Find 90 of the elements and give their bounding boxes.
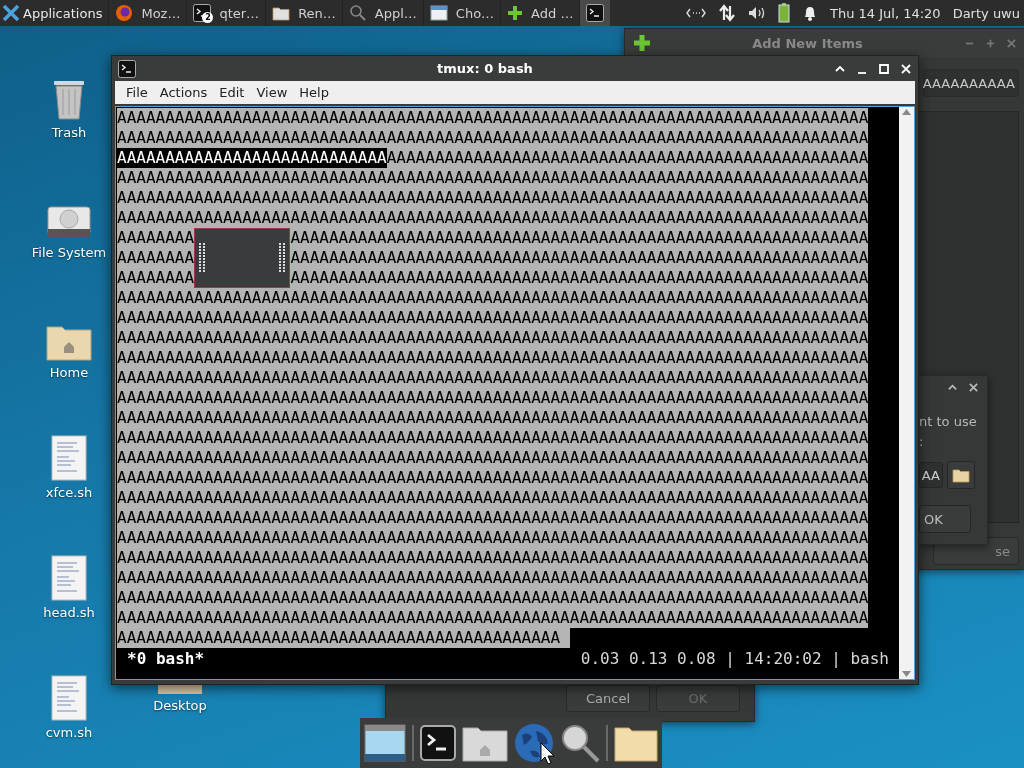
folder-icon <box>952 467 970 483</box>
desktop-icon-label[interactable]: Desktop <box>153 698 207 713</box>
terminal-icon <box>586 4 605 22</box>
dialog-text: : <box>919 434 924 449</box>
desktop-window-icon[interactable] <box>364 724 406 762</box>
terminal-text: AAAAAAAAAAAAAAAAAAAAAAAAAAAAAAAAAAAAAAAAAAAAAAAAAAAAAAAAAAAAAAAAAAAAAAAAAAAAAA <box>117 408 869 428</box>
home-folder-icon <box>46 323 92 361</box>
ok-button[interactable]: OK <box>919 505 971 533</box>
window-title: tmux: 0 bash <box>436 61 534 76</box>
plus-icon <box>633 34 651 52</box>
terminal-text: AAAAAAAAAAAAAAAAAAAAAAAAAAAAAAAAAAAAAAAAAAAAAAAAAAAAAAAAAAAA <box>290 228 869 248</box>
terminal-icon <box>118 59 136 78</box>
count-badge: 2 <box>202 12 214 23</box>
folder-icon[interactable] <box>614 724 658 762</box>
menu-item[interactable]: View <box>251 83 293 102</box>
folder-icon <box>272 5 291 21</box>
close-icon[interactable] <box>968 382 979 393</box>
battery-icon <box>778 3 790 23</box>
terminal-text: AAAAAAAAAAAAAAAAAAAAAAAAAAAAAAAAAAAAAAAAAAAAAAAAAAAAAAAAAAAAAAAAAAAAAAAAAAAAAA <box>117 368 869 388</box>
desktop-icon-label[interactable]: cvm.sh <box>45 725 93 740</box>
menu-item[interactable]: Help <box>294 83 334 102</box>
terminal-text: AAAAAAAAAAAAAAAAAAAAAAAAAAAAAAAAAAAAAAAAAAAAAAAAAAAAAAAAAAAAAAAAAAAAAAAAAAAAAA <box>117 608 869 628</box>
clock[interactable]: Thu 14 Jul, 14:20 <box>830 5 941 21</box>
desktop-icon-label[interactable]: File System <box>31 245 107 260</box>
volume-icon <box>748 6 766 20</box>
terminal-text: AAAAAAAAAAAAAAAAAAAAAAAAAAAAAAAAAAAAAAAAAAAAAAAAAAAAAAAAAAAAAAAAAAAAAAAAAAAAAA <box>117 508 869 528</box>
terminal-icon <box>193 4 212 22</box>
bell-icon <box>802 4 818 22</box>
network-icon <box>686 7 706 19</box>
desktop-icon-label[interactable]: Trash <box>51 125 87 140</box>
terminal-text: AAAAAAAAAAAAAAAAAAAAAAAAAAAAAAAAAAAAAAAAAAAAAAAAAAAAAAAAAAAAAAAAAAAAAAAAAAAAAA <box>117 328 869 348</box>
tmux-status-info: 0.03 0.13 0.08 | 14:20:02 | bash <box>580 649 889 669</box>
terminal-text: AAAAAAAAAAAAAAAAAAAAAAAAAAAAAAAAAAAAAAAAAAAAAAAAAAAAAAAAAAAAAAAAAAAAAAAAAAAAAA <box>117 388 869 408</box>
user-name[interactable]: Darty uwu <box>952 5 1020 21</box>
text-file-icon <box>51 675 87 721</box>
terminal-text: AAAAAAAAAAAAAAAAAAAAAAAAAAAAAAAAAAAAAAAAAAAAAAAAAAAAAAAAAAAAAAAAAAAAAAAAAAAAAA <box>117 288 869 308</box>
desktop-icon-label[interactable]: Home <box>49 365 89 380</box>
desktop-icon-label[interactable]: xfce.sh <box>45 485 93 500</box>
browser-icon <box>115 4 134 22</box>
home-folder-icon[interactable] <box>462 724 508 762</box>
terminal-text: AAAAAAAAAAAAAAAAAAAAAAAAAAAAAAAAAAAAAAAAAAAAAAAAAAAAAAAAAAAAAAAAAAAAAAAAAAAAAA <box>117 308 869 328</box>
terminal-text: AAAAAAAAAAAAAAAAAAAAAAAAAAAAAAAAAAAAAAAAAAAAAAAAAAAAAAAAAAAAAAAAAAAAAAAAAAAAAA <box>117 128 869 148</box>
window-icon <box>429 5 448 21</box>
search-icon <box>348 4 367 22</box>
terminal-icon[interactable] <box>420 725 456 761</box>
scroll-down-icon[interactable] <box>902 671 911 677</box>
terminal-text: AAAAAAAAAAAAAAAAAAAAAAAAAAAAAAAAAAAAAAAAAAAAAAAAAAAAAAAAAAAAAAAAAAAAAAAAAAAAAA <box>117 548 869 568</box>
terminal-text: AAAAAAAAAAAAAAAAAAAAAAAAAAAAAAAAAAAAAAAAAAAAAAAAAAAAAAAAAAAA <box>290 268 869 288</box>
terminal-text: AAAAAAAAAAAAAAAAAAAAAAAAAAAAAAAAAAAAAAAAAAAAAAAAAAAAAAAAAAAAAAAAAAAAAAAAAAAAAA <box>117 568 869 588</box>
dialog-text: nt to use <box>919 414 977 429</box>
terminal-text: AAAAAAAAAAAAAAAAAAAAAAAAAAAAAAAAAAAAAAAAAAAAAAAAAAAAAAAAAAAAAAAAAAAAAAAAAAAAAA <box>117 588 869 608</box>
window-title: Add New Items <box>751 35 864 51</box>
input-field[interactable]: AA <box>919 462 943 488</box>
collapse-icon[interactable] <box>947 382 958 393</box>
scroll-up-icon[interactable] <box>902 109 911 115</box>
menu-item[interactable]: File <box>121 83 153 102</box>
magnifier-icon[interactable] <box>560 723 600 763</box>
input-field[interactable]: AAAAAAAAAA <box>923 69 1019 97</box>
dialog-button[interactable]: Cancel <box>566 685 650 712</box>
terminal-text: AAAAAAAA <box>117 228 195 248</box>
transfer-arrows-icon <box>718 4 736 22</box>
grip-icon <box>199 243 206 273</box>
grip-icon <box>279 243 286 273</box>
terminal-text: AAAAAAAAAAAAAAAAAAAAAAAAAAAAAAAAAAAAAAAAAAAAAAAAAAAAAAAAAAAAAAAAAAAAAAAAAAAAAA <box>117 348 869 368</box>
text-file-icon <box>51 435 87 481</box>
terminal-text: AAAAAAAAAAAAAAAAAAAAAAAAAAAAAAAAAAAAAAAAAAAAAAAAAAAAAAAAAAAAAAAAAAAAAAAAAAAAAA <box>117 448 869 468</box>
taskbar-item[interactable] <box>579 0 611 26</box>
desktop-icon-label[interactable]: head.sh <box>43 605 95 620</box>
terminal-text: AAAAAAAAAAAAAAAAAAAAAAAAAAAAAAAAAAAAAAAAAAAAAAAAAAAAAAAAAAAAAAAAAAAAAAAAAAAAAA <box>117 488 869 508</box>
terminal-text: AAAAAAAAAAAAAAAAAAAAAAAAAAAAAAAAAAAAAAAAAAAAAAAAAAAAAAAAAAAAAAAAAAAAAAAAAAAAAA <box>117 108 869 128</box>
browse-button[interactable] <box>947 461 975 489</box>
terminal-text: AAAAAAAAAAAAAAAAAAAAAAAAAAAAAAAAAAAAAAAAAAAAAAAAAAAAAAAAAAAAAAAAAAAAAAAAAAAAAA <box>117 168 869 188</box>
mouse-pointer-icon <box>540 742 556 766</box>
terminal-text: AAAAAAAAAAAAAAAAAAAAAAAAAAAAAAAAAAAAAAAAAAAAAAAAAAAAAAAAAAAAAAAAAAAAAAAAAAAAAA <box>117 428 869 448</box>
menu-item[interactable]: Actions <box>154 83 213 102</box>
terminal-text: AAAAAAAAAAAAAAAAAAAAAAAAAAAAAAAAAAAAAAAAAAAAAA <box>117 628 561 648</box>
terminal-text: AAAAAAAAAAAAAAAAAAAAAAAAAAAAAAAAAAAAAAAAAAAAAAAAAAAAAAAAAAAAAAAAAAAAAAAAAAAAAA <box>117 528 869 548</box>
applications-menu[interactable]: Applications <box>0 0 109 26</box>
xfce-logo-icon <box>2 4 20 22</box>
text-file-icon <box>51 555 87 601</box>
menu-item[interactable]: Edit <box>214 83 250 102</box>
terminal-text: AAAAAAAAAAAAAAAAAAAAAAAAAAAAAAAAAAAAAAAAAAAAAAAAAAAAAAAAAAAA <box>290 248 869 268</box>
terminal-text: AAAAAAAA <box>117 248 195 268</box>
terminal-text: AAAAAAAAAAAAAAAAAAAAAAAAAAAAAAAAAAAAAAAAAAAAAAAAAAAAAAAAAAAAAAAAAAAAAAAAAAAAAA <box>117 188 869 208</box>
terminal-text: AAAAAAAA <box>117 268 195 288</box>
tmux-window-tab[interactable]: *0 bash* <box>127 649 205 669</box>
terminal-text: AAAAAAAAAAAAAAAAAAAAAAAAAAAAAAAAAAAAAAAAAAAAAAAAAAAAAAAAAAAAAAAAAAAAAAAAAAAAAA <box>117 208 869 228</box>
terminal-text: AAAAAAAAAAAAAAAAAAAAAAAAAAAAAAAAAAAAAAAAAAAAAAAAAAAAAAAAAAAAAAAAAAAAAAAAAAAAAA <box>117 468 869 488</box>
plus-icon <box>507 5 524 21</box>
scrollbar[interactable] <box>899 107 914 679</box>
